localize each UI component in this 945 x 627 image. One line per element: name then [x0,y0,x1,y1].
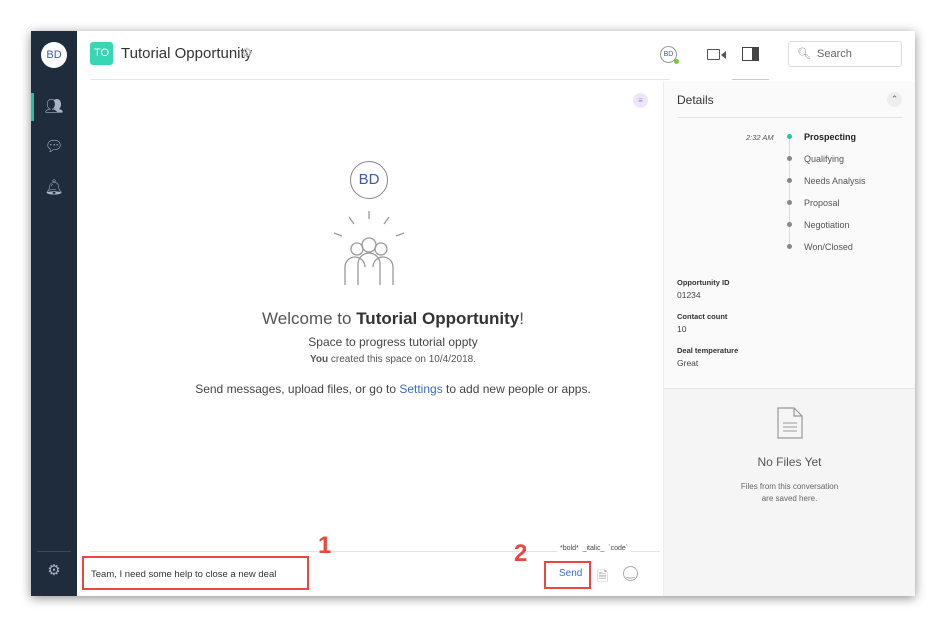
stage-item: Won/Closed [804,242,853,252]
app-window: BD 👥︎ 💬︎ 🔔︎ ⚙ TO Tutorial Opportunity ⚙ … [31,31,915,596]
panel-toggle-icon[interactable] [742,47,759,61]
stage-time: 2:32 AM [746,133,774,142]
heading-prefix: Welcome to [262,309,357,328]
stage-dot-current [787,134,792,139]
created-date: created this space on 10/4/2018. [328,354,477,365]
video-call-icon[interactable] [707,49,720,60]
people-illustration-icon [333,211,405,285]
details-divider [677,117,902,118]
stage-item: Qualifying [804,154,845,164]
field-label: Opportunity ID [677,278,730,287]
welcome-subtitle: Space to progress tutorial oppty [308,335,478,349]
send-button[interactable]: Send [559,568,582,579]
divider [37,551,71,552]
heading-suffix: ! [519,309,524,328]
no-files-line1: Files from this conversation [740,482,839,491]
code-hint: `code` [608,545,629,552]
stage-item: Negotiation [804,220,850,230]
stage-dot [787,244,792,249]
hint-prefix: Send messages, upload files, or go to [195,382,400,396]
document-icon [777,407,803,439]
hint-suffix: to add new people or apps. [442,382,591,396]
upload-file-icon[interactable]: 🗎︎ [597,566,608,590]
field-value: 01234 [677,290,701,300]
stage-line [789,137,790,249]
created-info: You created this space on 10/4/2018. [31,354,709,365]
created-by: You [309,354,329,365]
welcome-heading: Welcome to Tutorial Opportunity! [31,309,709,329]
bold-hint: *bold* [560,545,579,552]
collapse-chevron-icon[interactable]: ⌃ [887,92,902,107]
search-icon: 🔍︎ [797,48,811,60]
space-title: Tutorial Opportunity [121,45,253,62]
space-badge: TO [90,42,113,65]
stage-item: Proposal [804,198,840,208]
stage-item: Prospecting [804,132,857,142]
summary-icon[interactable]: ≡ [633,93,648,108]
field-label: Contact count [677,312,728,321]
no-files-line2: are saved here. [761,494,818,503]
heading-name: Tutorial Opportunity [356,309,520,328]
chat-icon[interactable]: 💬︎ [44,137,64,157]
italic-hint: _italic_ [582,545,605,552]
user-avatar[interactable]: BD [41,42,67,68]
message-input[interactable]: Team, I need some help to close a new de… [91,569,276,580]
video-call-icon-lens [721,51,726,59]
step-1-marker: 1 [318,532,332,559]
format-hints: *bold* _italic_ `code` [557,545,632,552]
emoji-icon[interactable]: ‿ [623,566,638,581]
no-files-title: No Files Yet [757,455,822,469]
online-status-icon [674,59,679,64]
panel-tab-indicator [732,79,769,80]
welcome-avatar: BD [350,161,388,199]
people-icon[interactable]: 👥︎ [44,97,64,117]
stage-item: Needs Analysis [804,176,866,186]
details-title: Details [677,93,714,107]
active-indicator [31,93,34,121]
stage-dot [787,222,792,227]
field-value: 10 [677,324,687,334]
field-label: Deal temperature [677,346,739,355]
welcome-hint: Send messages, upload files, or go to Se… [31,382,709,396]
step-2-marker: 2 [514,540,528,567]
header-divider [90,79,670,80]
gear-icon[interactable]: ⚙ [44,561,64,581]
settings-link[interactable]: Settings [399,382,442,396]
stage-dot [787,200,792,205]
field-value: Great [677,358,699,368]
stage-dot [787,156,792,161]
stage-dot [787,178,792,183]
bell-icon[interactable]: 🔔︎ [44,178,64,198]
settings-gear-icon[interactable]: ⚙ [241,45,253,61]
